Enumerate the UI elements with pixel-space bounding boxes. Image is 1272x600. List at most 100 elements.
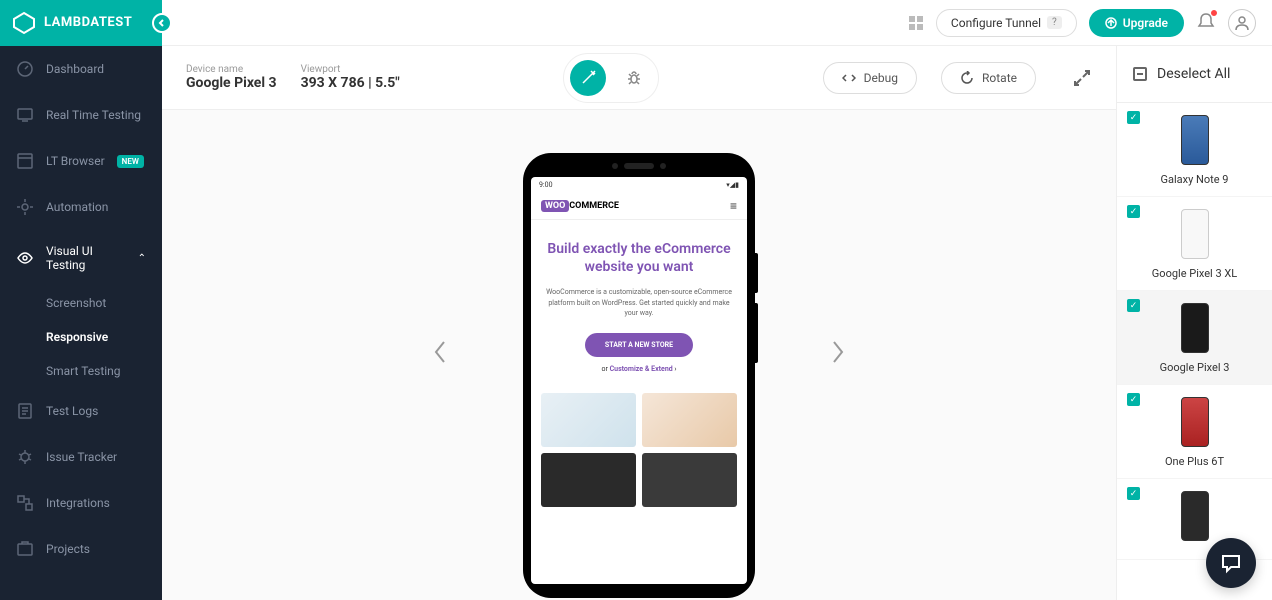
device-checkbox[interactable]: ✓: [1127, 393, 1140, 406]
upgrade-icon: [1105, 17, 1117, 29]
upgrade-button[interactable]: Upgrade: [1089, 9, 1184, 37]
chevron-up-icon: ⌃: [138, 253, 146, 264]
capture-button[interactable]: [570, 60, 606, 96]
sidebar-item-realtime[interactable]: Real Time Testing: [0, 92, 162, 138]
device-list[interactable]: ✓ Galaxy Note 9 ✓ Google Pixel 3 XL ✓ Go…: [1117, 103, 1272, 600]
woo-title: Build exactly the eCommerce website you …: [545, 240, 733, 278]
brand-bar[interactable]: LAMBDATEST: [0, 0, 162, 46]
next-device-button[interactable]: [820, 328, 856, 382]
user-icon: [1234, 15, 1250, 31]
projects-icon: [16, 540, 34, 558]
device-name-info: Device name Google Pixel 3: [186, 64, 277, 91]
device-name-label: Google Pixel 3 XL: [1127, 267, 1262, 280]
device-card-note9[interactable]: ✓ Galaxy Note 9: [1117, 103, 1272, 197]
canvas-area: Device name Google Pixel 3 Viewport 393 …: [162, 46, 1116, 600]
code-icon: [842, 71, 856, 85]
rotate-button[interactable]: Rotate: [941, 62, 1036, 94]
help-badge[interactable]: ?: [1047, 16, 1062, 29]
device-name-label: One Plus 6T: [1127, 455, 1262, 468]
new-badge: NEW: [117, 155, 144, 168]
device-name-label: Device name: [186, 64, 277, 75]
hamburger-icon: ≡: [730, 199, 737, 213]
device-thumb: [1181, 397, 1209, 447]
toolbar-center: [563, 53, 659, 103]
chevron-left-icon: [157, 18, 167, 28]
debug-button[interactable]: Debug: [823, 62, 917, 94]
sidebar: Dashboard Real Time Testing LT Browser N…: [0, 46, 162, 600]
notification-dot: [1210, 9, 1218, 17]
sidebar-label: Issue Tracker: [46, 450, 117, 464]
device-card-pixel3xl[interactable]: ✓ Google Pixel 3 XL: [1117, 197, 1272, 291]
automation-icon: [16, 198, 34, 216]
phone-side-button: [755, 253, 758, 293]
sidebar-item-testlogs[interactable]: Test Logs: [0, 388, 162, 434]
device-checkbox[interactable]: ✓: [1127, 487, 1140, 500]
device-thumb: [1181, 303, 1209, 353]
woo-cta: START A NEW STORE: [585, 333, 693, 357]
sidebar-collapse-button[interactable]: [152, 13, 172, 33]
user-avatar-button[interactable]: [1228, 9, 1256, 37]
woo-sub: or Customize & Extend ›: [545, 365, 733, 373]
bug-icon: [16, 448, 34, 466]
integrations-icon: [16, 494, 34, 512]
wand-icon: [580, 70, 596, 86]
device-checkbox[interactable]: ✓: [1127, 111, 1140, 124]
device-name-label: Google Pixel 3: [1127, 361, 1262, 374]
device-thumb: [1181, 209, 1209, 259]
status-time: 9:00: [539, 181, 553, 189]
phone-notch: [531, 163, 747, 169]
bug-tool-button[interactable]: [616, 60, 652, 96]
sidebar-item-visualui[interactable]: Visual UI Testing ⌃: [0, 230, 162, 286]
woo-hero: Build exactly the eCommerce website you …: [531, 220, 747, 383]
panel-header[interactable]: Deselect All: [1117, 46, 1272, 103]
sidebar-item-integrations[interactable]: Integrations: [0, 480, 162, 526]
sidebar-label: Test Logs: [46, 404, 98, 418]
submenu-screenshot[interactable]: Screenshot: [46, 286, 162, 320]
device-thumb: [1181, 115, 1209, 165]
configure-tunnel-button[interactable]: Configure Tunnel ?: [936, 9, 1077, 37]
viewport-info: Viewport 393 X 786 | 5.5": [301, 64, 400, 91]
expand-icon[interactable]: [1072, 68, 1092, 88]
device-checkbox[interactable]: ✓: [1127, 299, 1140, 312]
chevron-right-icon: [830, 338, 846, 366]
debug-label: Debug: [864, 71, 898, 85]
sidebar-item-automation[interactable]: Automation: [0, 184, 162, 230]
device-checkbox[interactable]: ✓: [1127, 205, 1140, 218]
deselect-icon: [1133, 67, 1147, 81]
dashboard-icon: [16, 60, 34, 78]
woo-tile: [541, 453, 636, 507]
visual-icon: [16, 249, 34, 267]
submenu-responsive[interactable]: Responsive: [46, 320, 162, 354]
upgrade-label: Upgrade: [1123, 16, 1168, 30]
sidebar-item-issuetracker[interactable]: Issue Tracker: [0, 434, 162, 480]
realtime-icon: [16, 106, 34, 124]
brand-text: LAMBDATEST: [44, 15, 132, 30]
device-card-pixel3[interactable]: ✓ Google Pixel 3: [1117, 291, 1272, 385]
woo-tile: [642, 453, 737, 507]
header-right: Configure Tunnel ? Upgrade: [908, 9, 1272, 37]
submenu-smarttesting[interactable]: Smart Testing: [46, 354, 162, 388]
device-card-oneplus6t[interactable]: ✓ One Plus 6T: [1117, 385, 1272, 479]
rotate-icon: [960, 71, 974, 85]
woo-desc: WooCommerce is a customizable, open-sour…: [545, 287, 733, 319]
device-name-label: Galaxy Note 9: [1127, 173, 1262, 186]
sidebar-label: Projects: [46, 542, 90, 556]
apps-grid-icon[interactable]: [908, 15, 924, 31]
main-content: Device name Google Pixel 3 Viewport 393 …: [162, 46, 1272, 600]
chat-button[interactable]: [1206, 538, 1256, 588]
sidebar-item-projects[interactable]: Projects: [0, 526, 162, 572]
sidebar-label: Automation: [46, 200, 108, 214]
woo-tile: [541, 393, 636, 447]
top-header: LAMBDATEST Configure Tunnel ? Upgrade: [0, 0, 1272, 46]
phone-mockup: 9:00 ▾◢▮ WOOCOMMERCE ≡ Build exactly the…: [523, 153, 755, 598]
sidebar-item-dashboard[interactable]: Dashboard: [0, 46, 162, 92]
sidebar-label: Integrations: [46, 496, 110, 510]
phone-side-button: [755, 303, 758, 363]
viewport-value: 393 X 786 | 5.5": [301, 75, 400, 91]
phone-screen[interactable]: 9:00 ▾◢▮ WOOCOMMERCE ≡ Build exactly the…: [531, 177, 747, 584]
configure-tunnel-label: Configure Tunnel: [951, 16, 1041, 30]
notifications-button[interactable]: [1196, 11, 1216, 35]
prev-device-button[interactable]: [422, 328, 458, 382]
chat-icon: [1219, 551, 1243, 575]
sidebar-item-ltbrowser[interactable]: LT Browser NEW: [0, 138, 162, 184]
